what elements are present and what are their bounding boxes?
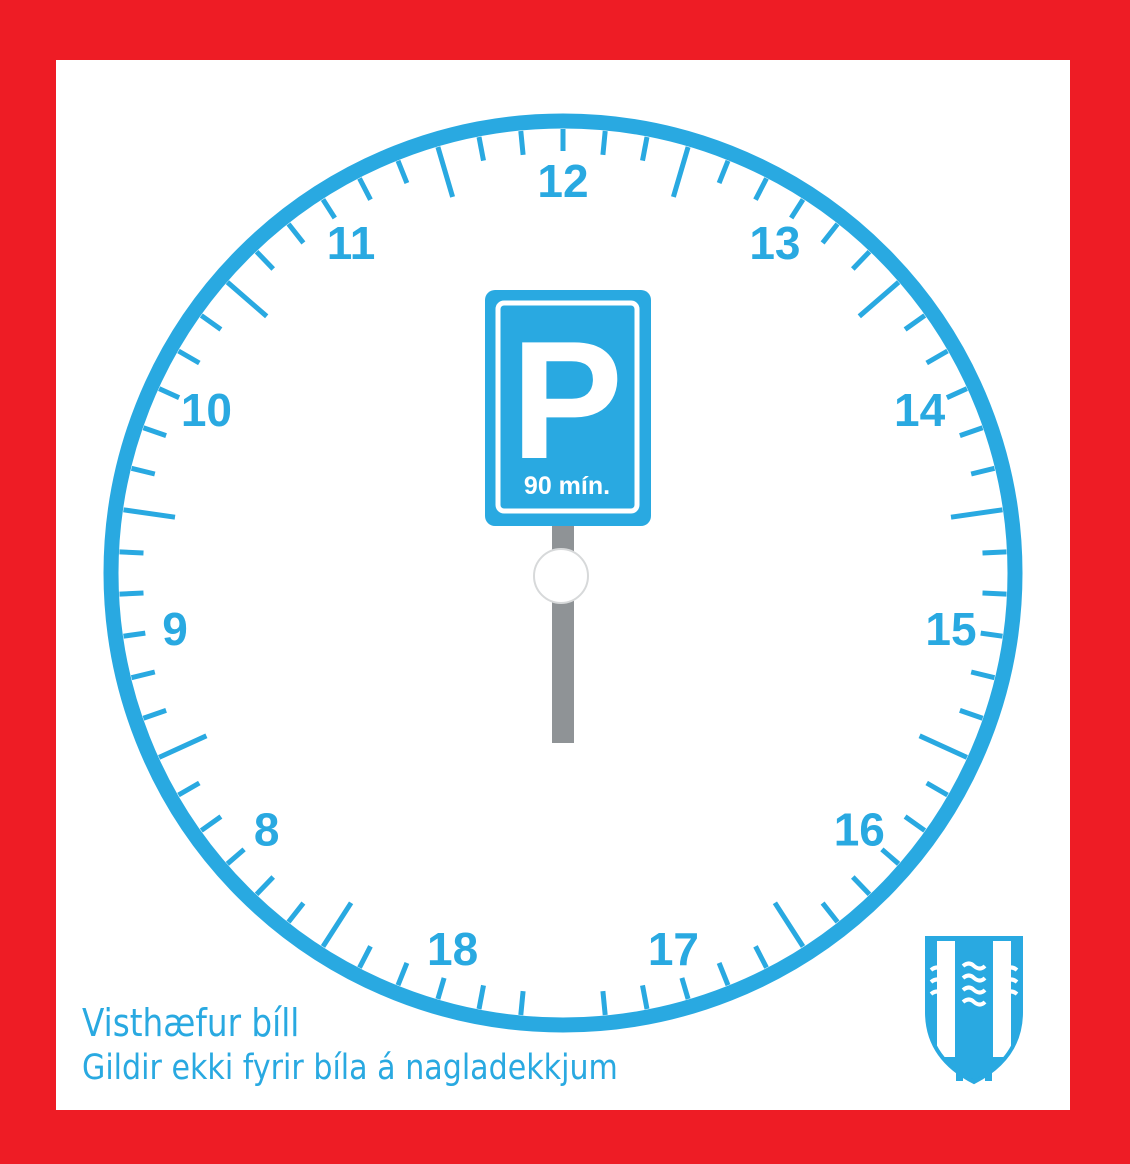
dial-tick <box>395 961 410 987</box>
dial-tick <box>123 630 146 639</box>
dial-tick <box>918 733 968 760</box>
dial-tick <box>945 386 968 400</box>
dial-tick <box>753 945 769 969</box>
dial-tick <box>772 901 806 948</box>
dial-tick <box>600 130 608 156</box>
caption-title: Visthæfur bíll <box>82 1001 300 1045</box>
dial-tick <box>199 313 223 332</box>
caption-subtitle: Gildir ekki fyrir bíla á nagladekkjum <box>82 1048 618 1088</box>
dial-tick <box>820 901 840 924</box>
hour-label-8: 8 <box>254 804 280 856</box>
dial-tick <box>177 780 201 798</box>
dial-tick <box>476 136 486 162</box>
dial-tick <box>903 814 927 833</box>
sign-duration: 90 mín. <box>524 472 610 500</box>
hour-label-9: 9 <box>162 603 188 655</box>
dial-tick <box>903 313 927 332</box>
dial-tick <box>254 249 276 271</box>
caption: Visthæfur bíll Gildir ekki fyrir bíla á … <box>82 1000 705 1090</box>
municipal-coat-of-arms-icon <box>925 936 1023 1085</box>
dial-tick <box>753 177 769 201</box>
dial-tick <box>435 146 455 198</box>
dial-tick <box>225 280 269 319</box>
dial-tick <box>640 136 650 162</box>
dial-tick <box>959 708 984 721</box>
dial-tick <box>130 465 156 477</box>
dial-tick <box>320 901 354 948</box>
dial-tick <box>158 733 208 760</box>
dial-tick <box>225 847 246 866</box>
dial-tick <box>820 222 840 245</box>
dial-tick <box>119 590 144 597</box>
dial-tick <box>177 348 201 366</box>
hour-label-13: 13 <box>749 217 800 269</box>
dial-tick <box>850 249 872 271</box>
hour-label-18: 18 <box>427 923 478 975</box>
parking-disc-dial: 12 13 14 15 16 17 18 8 9 10 11 P 90 mín. <box>103 113 1023 1085</box>
dial-tick <box>959 425 984 438</box>
dial-tick <box>857 280 901 319</box>
dial-tick <box>254 875 276 897</box>
hour-label-12: 12 <box>537 155 588 207</box>
dial-tick <box>357 177 373 201</box>
hour-label-14: 14 <box>894 384 946 436</box>
dial-tick <box>142 708 167 721</box>
dial-tick <box>357 945 373 969</box>
dial-tick <box>980 630 1003 639</box>
dial-tick <box>950 507 1003 520</box>
dial-tick <box>119 549 144 556</box>
dial-tick <box>925 780 949 798</box>
hour-label-11: 11 <box>327 217 376 269</box>
dial-tick <box>123 507 176 520</box>
dial-tick <box>716 159 731 185</box>
hour-label-10: 10 <box>181 384 232 436</box>
parking-sign-icon: P 90 mín. <box>485 290 651 743</box>
dial-tick <box>199 814 223 833</box>
dial-tick <box>982 590 1007 597</box>
dial-tick <box>130 669 156 681</box>
pointer-pivot <box>533 548 589 604</box>
dial-tick <box>518 130 526 156</box>
hour-label-15: 15 <box>925 603 976 655</box>
hour-label-16: 16 <box>834 804 885 856</box>
dial-tick <box>142 425 167 438</box>
dial-tick <box>286 901 306 924</box>
dial-tick <box>970 465 996 477</box>
dial-tick <box>789 198 806 220</box>
dial-tick <box>320 198 337 220</box>
hour-label-17: 17 <box>648 923 699 975</box>
dial-tick <box>970 669 996 681</box>
dial-tick <box>395 159 410 185</box>
dial-tick <box>982 549 1007 556</box>
dial-tick <box>671 146 691 198</box>
dial-tick <box>925 348 949 366</box>
dial-tick <box>158 386 181 400</box>
sign-letter: P <box>511 306 623 494</box>
dial-tick <box>716 961 731 987</box>
dial-tick <box>850 875 872 897</box>
dial-tick <box>679 977 691 1000</box>
dial-tick <box>435 977 447 1000</box>
dial-tick <box>286 222 306 245</box>
